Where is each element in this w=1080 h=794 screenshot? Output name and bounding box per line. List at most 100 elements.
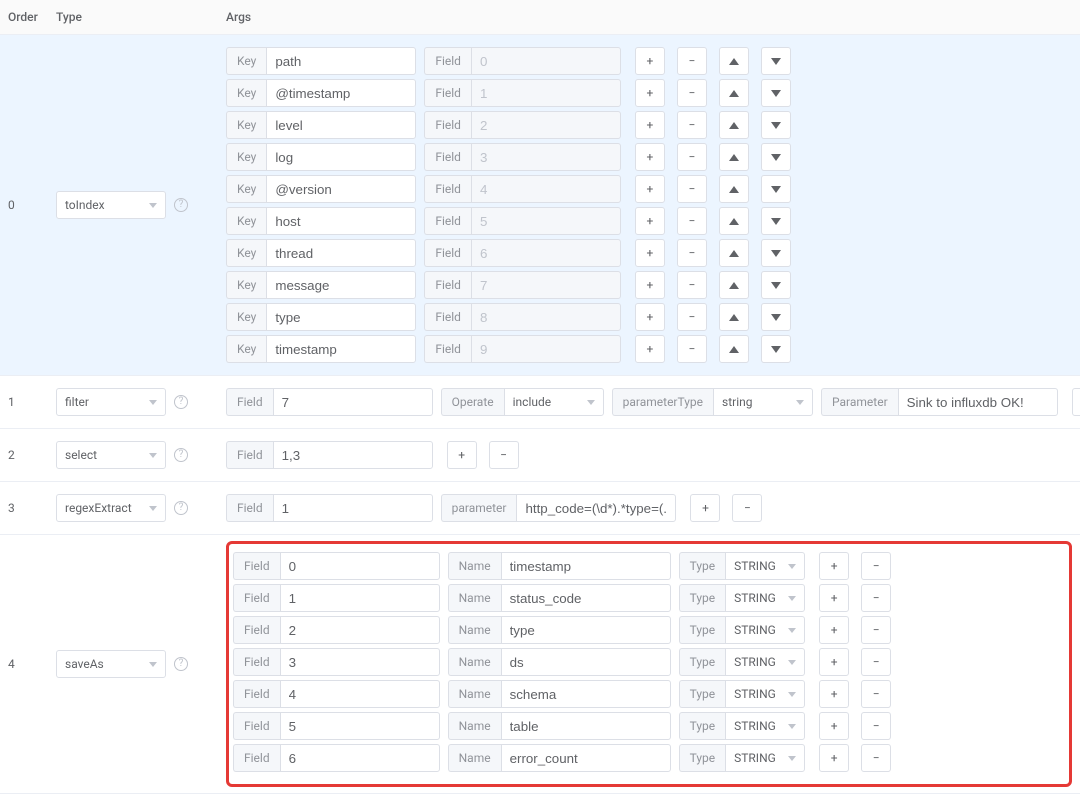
move-down-button[interactable] xyxy=(761,303,791,331)
remove-button[interactable]: − xyxy=(677,143,707,171)
move-up-button[interactable] xyxy=(719,207,749,235)
add-button[interactable]: + xyxy=(635,207,665,235)
add-button[interactable]: + xyxy=(819,744,849,772)
add-button[interactable]: + xyxy=(819,584,849,612)
move-up-button[interactable] xyxy=(719,175,749,203)
field-input[interactable] xyxy=(280,584,440,612)
move-down-button[interactable] xyxy=(761,207,791,235)
add-button[interactable]: + xyxy=(447,441,477,469)
key-input[interactable] xyxy=(266,111,416,139)
key-input[interactable] xyxy=(266,239,416,267)
remove-button[interactable]: − xyxy=(489,441,519,469)
remove-button[interactable]: − xyxy=(677,335,707,363)
help-icon[interactable]: ? xyxy=(174,448,188,462)
add-button[interactable]: + xyxy=(635,335,665,363)
move-up-button[interactable] xyxy=(719,239,749,267)
remove-button[interactable]: − xyxy=(677,207,707,235)
key-input[interactable] xyxy=(266,143,416,171)
name-input[interactable] xyxy=(501,648,671,676)
remove-button[interactable]: − xyxy=(677,175,707,203)
name-input[interactable] xyxy=(501,680,671,708)
help-icon[interactable]: ? xyxy=(174,501,188,515)
key-input[interactable] xyxy=(266,335,416,363)
name-input[interactable] xyxy=(501,616,671,644)
move-down-button[interactable] xyxy=(761,271,791,299)
field-input[interactable] xyxy=(273,388,433,416)
add-button[interactable]: + xyxy=(819,552,849,580)
parameter-input[interactable] xyxy=(516,494,676,522)
operate-select[interactable]: include xyxy=(504,388,604,416)
help-icon[interactable]: ? xyxy=(174,657,188,671)
field-input[interactable] xyxy=(273,494,433,522)
remove-button[interactable]: − xyxy=(861,616,891,644)
field-input[interactable] xyxy=(280,712,440,740)
remove-button[interactable]: − xyxy=(677,111,707,139)
add-button[interactable]: + xyxy=(635,47,665,75)
type-select[interactable]: STRING xyxy=(725,680,805,708)
add-button[interactable]: + xyxy=(819,648,849,676)
name-input[interactable] xyxy=(501,712,671,740)
add-button[interactable]: + xyxy=(635,303,665,331)
type-select[interactable]: filter xyxy=(56,388,166,416)
type-select[interactable]: saveAs xyxy=(56,650,166,678)
name-input[interactable] xyxy=(501,552,671,580)
key-input[interactable] xyxy=(266,79,416,107)
key-input[interactable] xyxy=(266,47,416,75)
add-button[interactable]: + xyxy=(635,271,665,299)
remove-button[interactable]: − xyxy=(677,239,707,267)
add-button[interactable]: + xyxy=(690,494,720,522)
add-button[interactable]: + xyxy=(1072,388,1080,416)
key-input[interactable] xyxy=(266,303,416,331)
key-input[interactable] xyxy=(266,271,416,299)
move-down-button[interactable] xyxy=(761,111,791,139)
add-button[interactable]: + xyxy=(819,680,849,708)
type-select[interactable]: STRING xyxy=(725,616,805,644)
parameter-input[interactable] xyxy=(898,388,1058,416)
add-button[interactable]: + xyxy=(635,175,665,203)
field-input[interactable] xyxy=(280,648,440,676)
add-button[interactable]: + xyxy=(635,111,665,139)
remove-button[interactable]: − xyxy=(677,47,707,75)
type-select[interactable]: STRING xyxy=(725,712,805,740)
move-up-button[interactable] xyxy=(719,303,749,331)
name-input[interactable] xyxy=(501,744,671,772)
help-icon[interactable]: ? xyxy=(174,395,188,409)
type-select[interactable]: STRING xyxy=(725,552,805,580)
field-input[interactable] xyxy=(280,552,440,580)
move-down-button[interactable] xyxy=(761,335,791,363)
remove-button[interactable]: − xyxy=(861,680,891,708)
remove-button[interactable]: − xyxy=(677,79,707,107)
move-up-button[interactable] xyxy=(719,143,749,171)
add-button[interactable]: + xyxy=(819,616,849,644)
field-input[interactable] xyxy=(280,680,440,708)
type-select[interactable]: STRING xyxy=(725,648,805,676)
remove-button[interactable]: − xyxy=(861,712,891,740)
remove-button[interactable]: − xyxy=(677,271,707,299)
name-input[interactable] xyxy=(501,584,671,612)
add-button[interactable]: + xyxy=(635,143,665,171)
paramtype-select[interactable]: string xyxy=(713,388,813,416)
help-icon[interactable]: ? xyxy=(174,198,188,212)
move-down-button[interactable] xyxy=(761,47,791,75)
field-input[interactable] xyxy=(280,616,440,644)
remove-button[interactable]: − xyxy=(861,584,891,612)
remove-button[interactable]: − xyxy=(677,303,707,331)
move-down-button[interactable] xyxy=(761,239,791,267)
type-select[interactable]: STRING xyxy=(725,584,805,612)
move-down-button[interactable] xyxy=(761,143,791,171)
field-input[interactable] xyxy=(273,441,433,469)
move-down-button[interactable] xyxy=(761,175,791,203)
move-up-button[interactable] xyxy=(719,335,749,363)
key-input[interactable] xyxy=(266,207,416,235)
move-up-button[interactable] xyxy=(719,79,749,107)
remove-button[interactable]: − xyxy=(861,552,891,580)
type-select[interactable]: select xyxy=(56,441,166,469)
type-select[interactable]: STRING xyxy=(725,744,805,772)
key-input[interactable] xyxy=(266,175,416,203)
move-up-button[interactable] xyxy=(719,111,749,139)
move-up-button[interactable] xyxy=(719,47,749,75)
field-input[interactable] xyxy=(280,744,440,772)
move-down-button[interactable] xyxy=(761,79,791,107)
remove-button[interactable]: − xyxy=(861,648,891,676)
type-select[interactable]: regexExtract xyxy=(56,494,166,522)
